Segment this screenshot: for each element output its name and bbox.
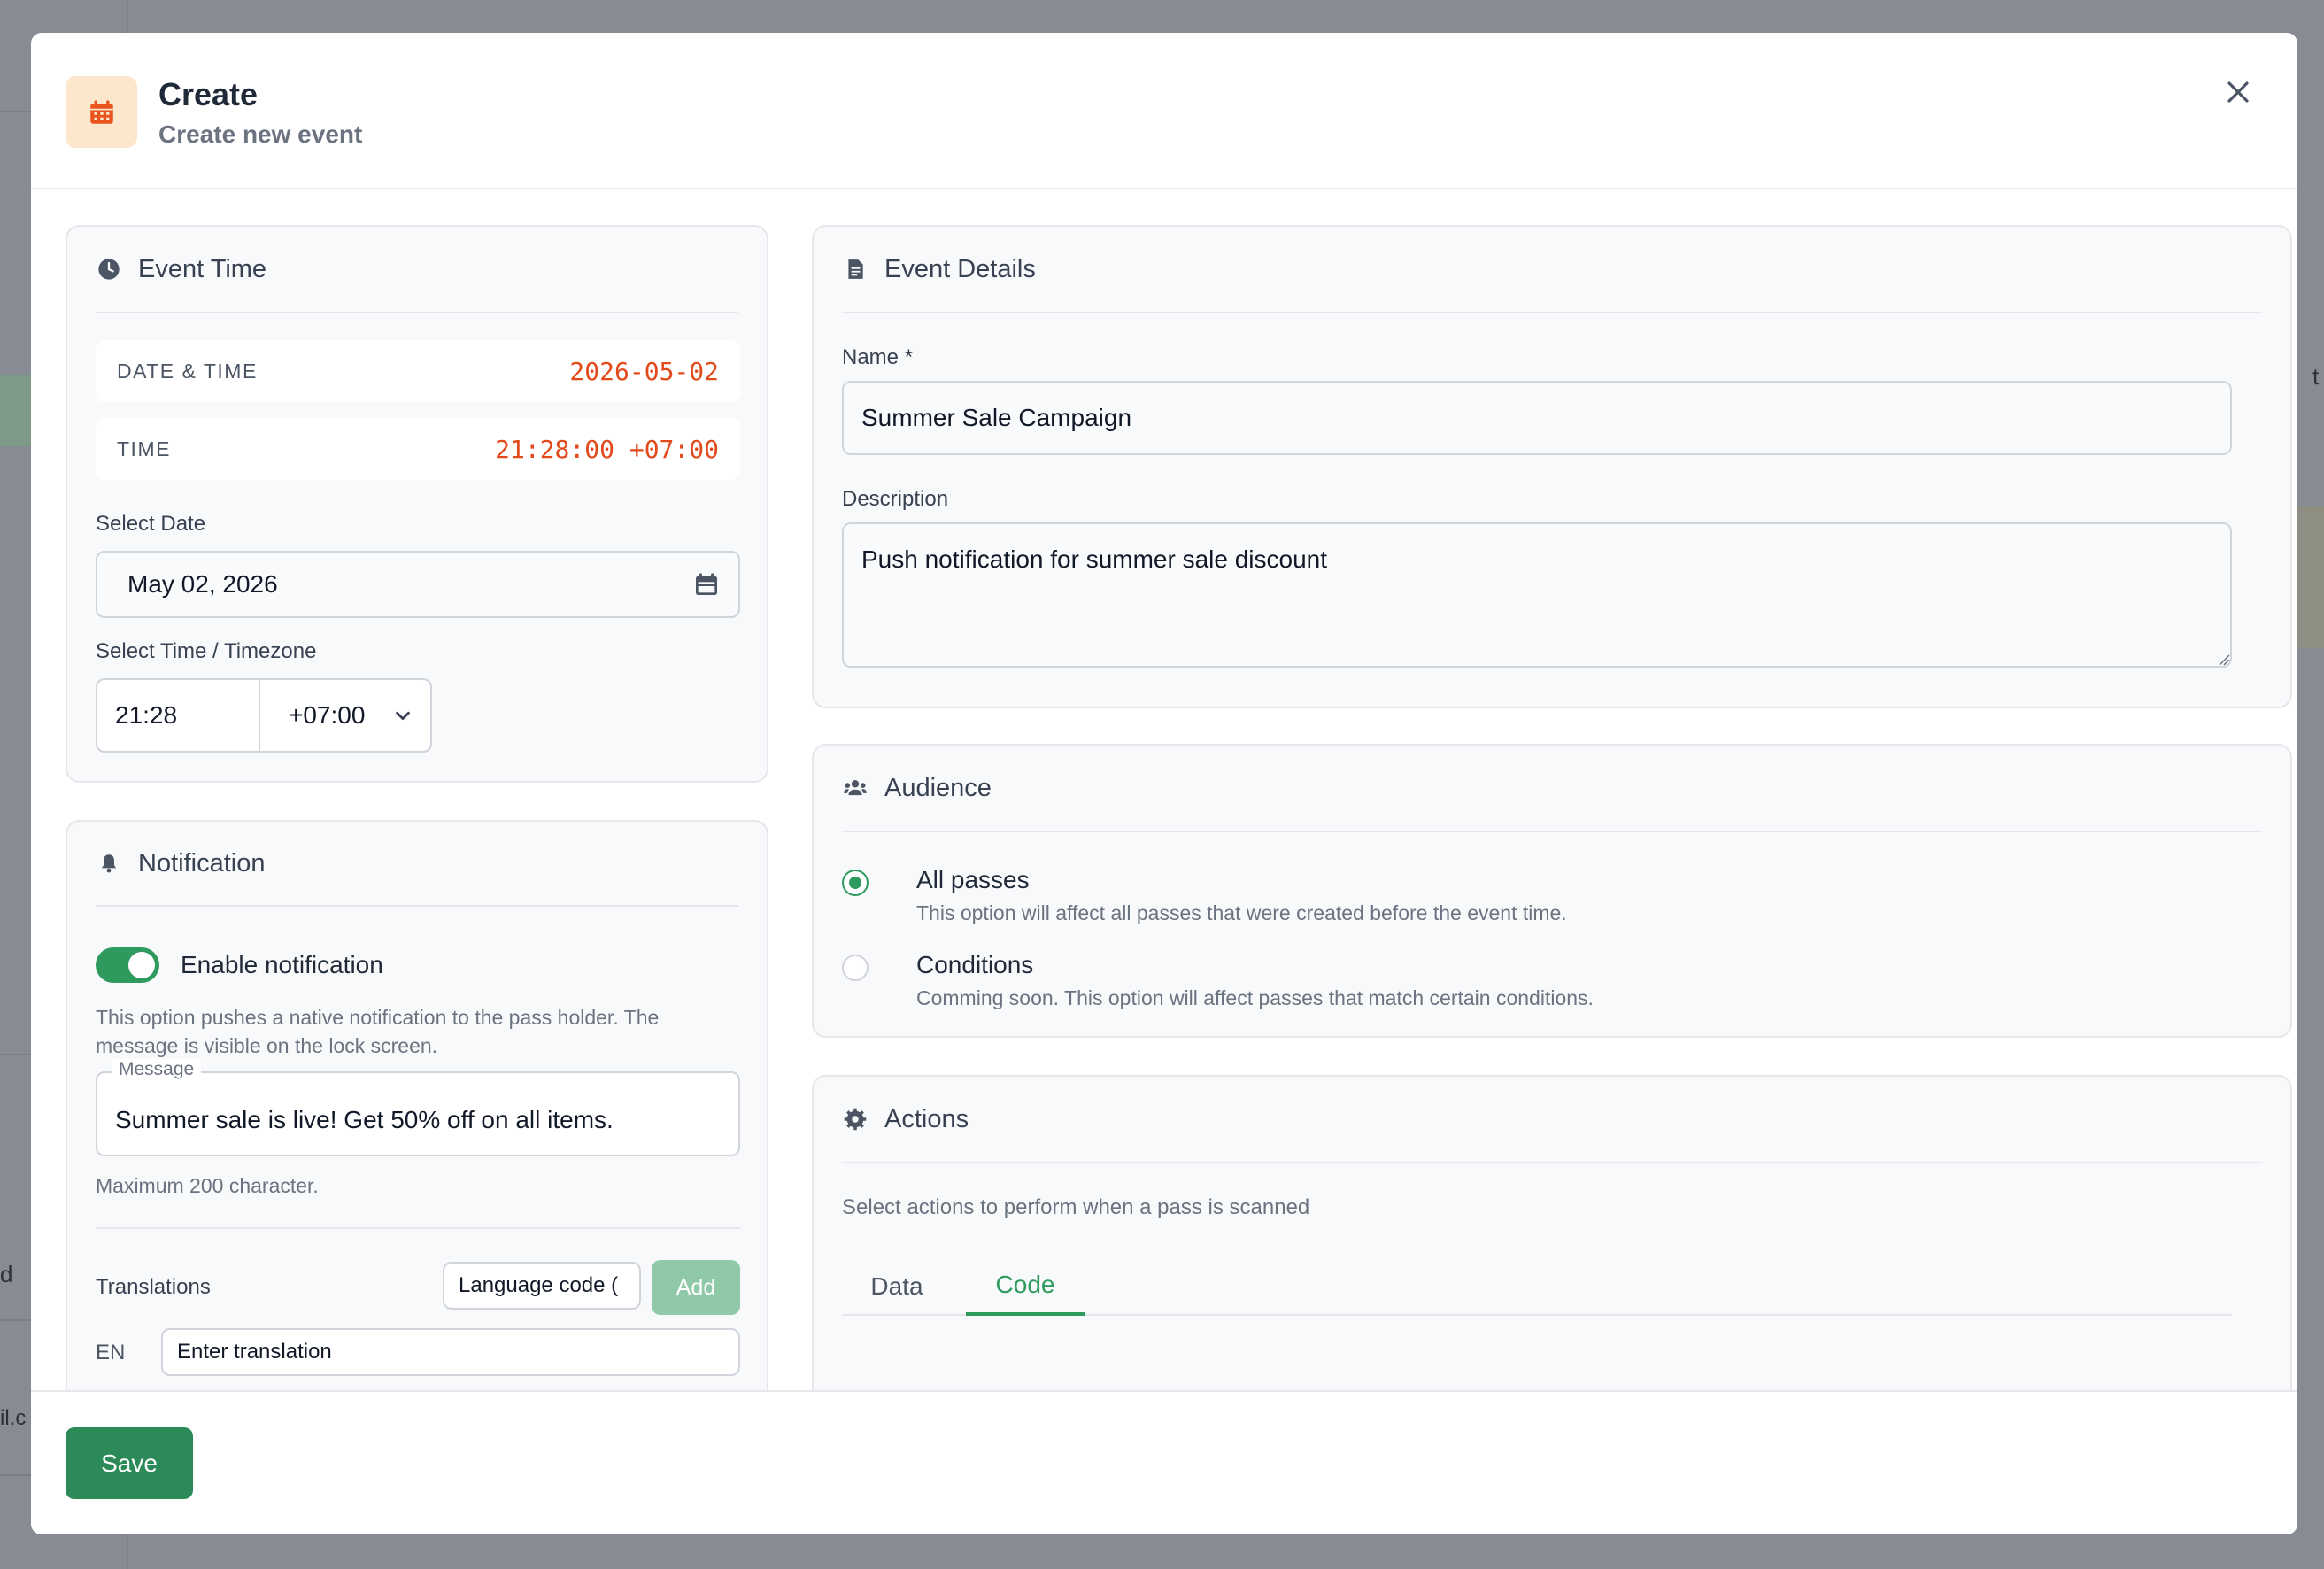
time-label: TIME [117,437,171,460]
clock-icon [96,256,122,282]
conditions-description: Comming soon. This option will affect pa… [916,986,1594,1009]
language-code-placeholder: Language code ( [459,1273,619,1297]
name-value: Summer Sale Campaign [861,404,1132,431]
translations-label: Translations [96,1275,211,1299]
timezone-value: +07:00 [289,701,366,729]
divider [96,1227,740,1229]
save-button[interactable]: Save [66,1427,193,1499]
event-details-title: Event Details [884,254,1036,283]
message-input[interactable]: Summer sale is live! Get 50% off on all … [96,1071,740,1156]
background-divider [0,1474,31,1476]
message-value: Summer sale is live! Get 50% off on all … [115,1106,614,1133]
date-time-value: 2026-05-02 [569,356,719,386]
background-divider [0,111,31,112]
all-passes-radio[interactable] [842,870,869,896]
background-text: d [0,1261,13,1287]
conditions-label: Conditions [916,951,1034,978]
notification-help-text: This option pushes a native notification… [96,1003,659,1060]
actions-card: Actions Select actions to perform when a… [812,1075,2292,1390]
tab-code[interactable]: Code [966,1257,1085,1316]
date-picker-value: May 02, 2026 [127,570,278,598]
language-code-input[interactable]: Language code ( [443,1262,641,1310]
date-time-row: DATE & TIME 2026-05-02 [96,340,740,402]
actions-help-text: Select actions to perform when a pass is… [842,1195,1310,1219]
background-text: t [2312,363,2320,390]
select-time-label: Select Time / Timezone [96,639,317,663]
users-icon [842,775,869,801]
tab-code-label: Code [995,1271,1055,1298]
calendar-icon [66,76,137,148]
modal-body: Event Time DATE & TIME 2026-05-02 TIME 2… [31,191,2297,1390]
calendar-icon[interactable] [692,570,721,599]
help-line: message is visible on the lock screen. [96,1034,438,1057]
description-value: Push notification for summer sale discou… [861,545,1328,573]
tab-data-label: Data [870,1272,923,1300]
close-icon [2227,81,2249,103]
modal-header: Create Create new event [31,33,2297,189]
all-passes-description: This option will affect all passes that … [916,901,1567,924]
bell-icon [96,850,122,877]
actions-title: Actions [884,1104,969,1133]
tab-data[interactable]: Data [842,1257,952,1316]
date-time-label: DATE & TIME [117,359,258,383]
all-passes-label: All passes [916,866,1030,893]
help-line: This option pushes a native notification… [96,1006,660,1029]
language-code-label: EN [96,1341,126,1364]
timezone-select[interactable]: +07:00 [259,678,432,753]
enable-notification-toggle[interactable] [96,947,159,983]
modal-title: Create [158,76,259,112]
name-input[interactable]: Summer Sale Campaign [842,381,2232,455]
select-date-label: Select Date [96,512,206,536]
notification-header: Notification [96,822,738,907]
event-details-card: Event Details Name * Summer Sale Campaig… [812,225,2292,708]
notification-card: Notification Enable notification This op… [66,820,768,1390]
time-input-value: 21:28 [115,701,178,729]
create-event-modal: Create Create new event Event Time DATE … [31,33,2297,1534]
background-highlight [0,375,32,446]
audience-card: Audience All passes This option will aff… [812,744,2292,1038]
chevron-down-icon [396,711,410,721]
description-textarea[interactable]: Push notification for summer sale discou… [842,522,2232,668]
gear-icon [842,1106,869,1132]
time-input[interactable]: 21:28 [96,678,260,753]
translation-input[interactable]: Enter translation [161,1328,740,1376]
background-text: il.c [0,1406,27,1430]
audience-title: Audience [884,773,992,802]
audience-header: Audience [842,746,2262,832]
message-floating-label: Message [112,1059,202,1080]
add-translation-label: Add [676,1274,716,1300]
event-time-header: Event Time [96,227,738,313]
document-icon [842,256,869,282]
time-row: TIME 21:28:00 +07:00 [96,418,740,480]
translation-placeholder: Enter translation [177,1340,332,1364]
description-label: Description [842,487,949,511]
modal-subtitle: Create new event [158,120,363,148]
time-value: 21:28:00 +07:00 [495,434,719,464]
event-details-header: Event Details [842,227,2262,313]
name-label: Name * [842,345,914,369]
enable-notification-label: Enable notification [181,951,383,978]
background-panel [2297,506,2324,648]
background-divider [0,1054,31,1055]
max-characters-hint: Maximum 200 character. [96,1174,319,1197]
background-divider [0,1319,31,1321]
actions-header: Actions [842,1077,2262,1163]
close-button[interactable] [2214,68,2262,116]
event-time-card: Event Time DATE & TIME 2026-05-02 TIME 2… [66,225,768,783]
date-picker-input[interactable]: May 02, 2026 [96,551,740,618]
add-translation-button[interactable]: Add [652,1260,740,1315]
save-label: Save [101,1449,158,1477]
resize-handle-icon[interactable] [2218,653,2230,666]
notification-title: Notification [138,848,266,877]
modal-footer: Save [31,1390,2297,1534]
event-time-title: Event Time [138,254,267,283]
conditions-radio[interactable] [842,955,869,981]
